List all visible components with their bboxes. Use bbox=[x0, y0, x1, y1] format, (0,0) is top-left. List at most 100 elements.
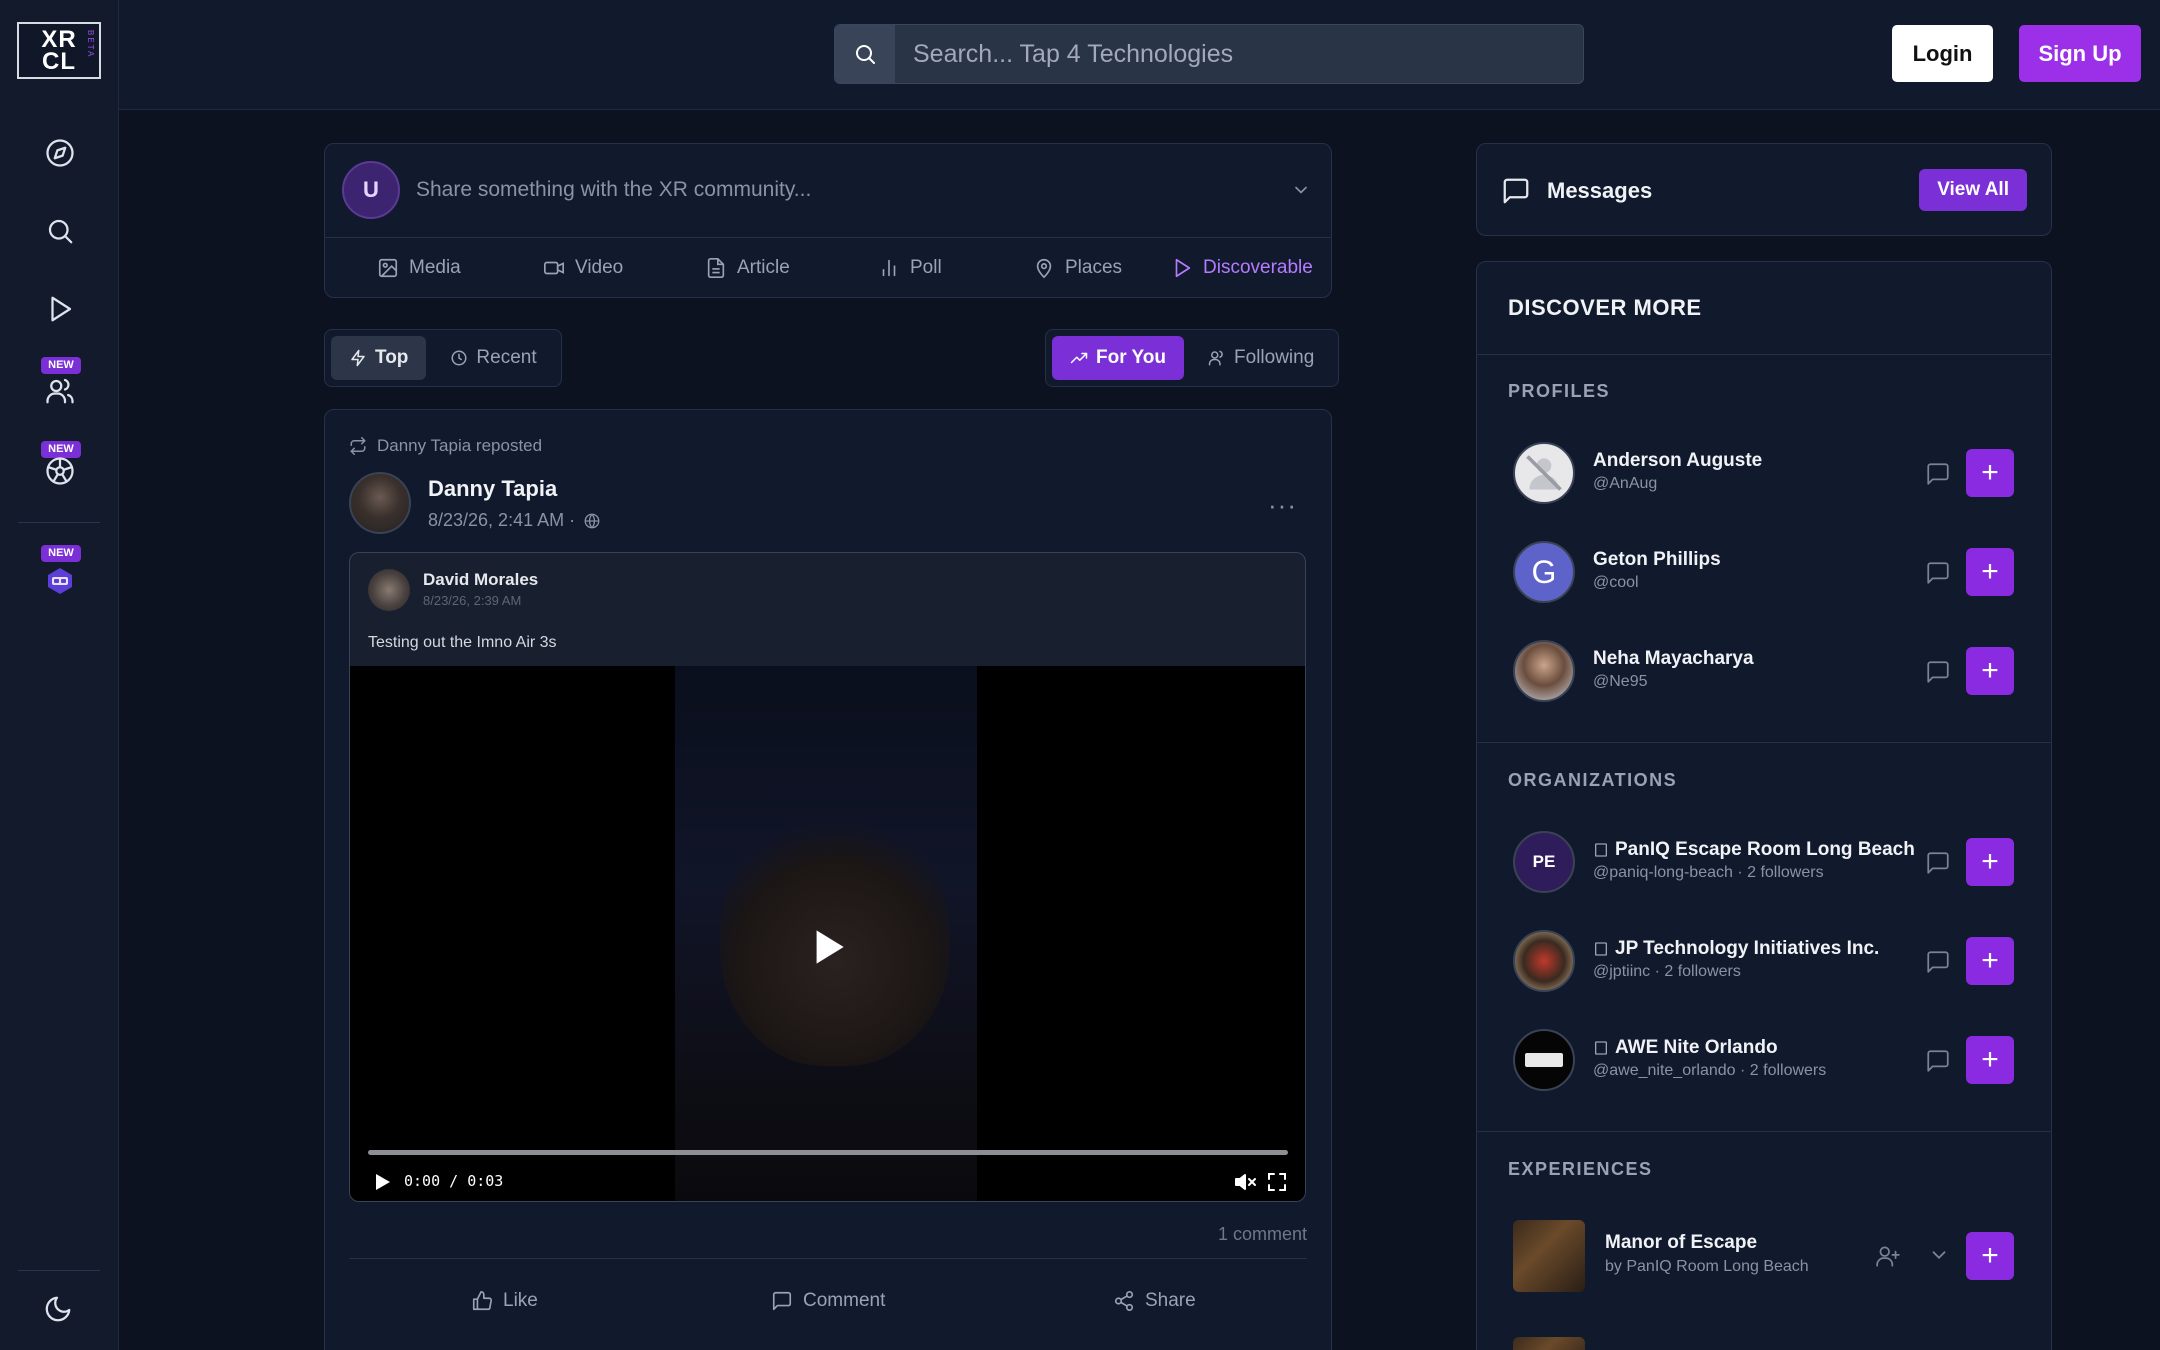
compass-icon[interactable] bbox=[39, 132, 81, 174]
profile-name[interactable]: Neha Mayacharya bbox=[1593, 648, 1754, 670]
play-icon[interactable] bbox=[39, 288, 81, 330]
organization-name[interactable]: PanIQ Escape Room Long Beach bbox=[1593, 839, 1915, 861]
profile-row[interactable]: Anderson Auguste @AnAug + bbox=[1477, 438, 2051, 508]
fullscreen-icon[interactable] bbox=[1265, 1170, 1289, 1199]
video-progress-bar[interactable] bbox=[368, 1150, 1288, 1155]
view-all-button[interactable]: View All bbox=[1919, 169, 2027, 211]
post-author[interactable]: Danny Tapia bbox=[428, 476, 557, 502]
messages-panel: Messages View All bbox=[1476, 143, 2052, 236]
more-options-icon[interactable]: ··· bbox=[1268, 490, 1297, 521]
profile-row[interactable]: Neha Mayacharya @Ne95 + bbox=[1477, 636, 2051, 706]
original-author-avatar[interactable] bbox=[368, 569, 410, 611]
composer-input[interactable]: Share something with the XR community... bbox=[416, 178, 811, 202]
experience-thumbnail[interactable] bbox=[1513, 1220, 1585, 1292]
profile-name[interactable]: Anderson Auguste bbox=[1593, 450, 1762, 472]
experience-thumbnail[interactable] bbox=[1513, 1337, 1585, 1350]
sidebar-divider bbox=[18, 1270, 100, 1271]
repost-indicator: Danny Tapia reposted bbox=[349, 436, 542, 456]
avatar[interactable] bbox=[1513, 442, 1575, 504]
tab-recent[interactable]: Recent bbox=[432, 336, 554, 380]
organization-row[interactable]: JP Technology Initiatives Inc. @jptiinc … bbox=[1477, 926, 2051, 996]
search-icon[interactable] bbox=[39, 210, 81, 252]
media-button[interactable]: Media bbox=[377, 238, 461, 298]
organization-meta: @jptiinc · 2 followers bbox=[1593, 963, 1741, 980]
thumbs-up-icon bbox=[472, 1291, 492, 1311]
follow-button[interactable]: + bbox=[1966, 647, 2014, 695]
follow-button[interactable]: + bbox=[1966, 449, 2014, 497]
organization-name[interactable]: AWE Nite Orlando bbox=[1593, 1037, 1778, 1059]
profile-row[interactable]: G Geton Phillips @cool + bbox=[1477, 537, 2051, 607]
tab-top[interactable]: Top bbox=[331, 336, 427, 380]
user-avatar[interactable]: U bbox=[342, 161, 400, 219]
messages-title: Messages bbox=[1547, 178, 1653, 203]
message-icon[interactable] bbox=[1925, 560, 1951, 591]
logo[interactable]: XR CL BETA bbox=[17, 22, 101, 79]
avatar[interactable] bbox=[1513, 1029, 1575, 1091]
message-icon[interactable] bbox=[1925, 659, 1951, 690]
message-icon[interactable] bbox=[1925, 461, 1951, 492]
signup-button[interactable]: Sign Up bbox=[2019, 25, 2141, 82]
message-icon[interactable] bbox=[1925, 1048, 1951, 1079]
users-icon[interactable] bbox=[39, 370, 81, 412]
tab-for-you[interactable]: For You bbox=[1052, 336, 1185, 380]
experience-name[interactable]: Manor of Escape bbox=[1605, 1232, 1757, 1254]
avatar[interactable] bbox=[1513, 640, 1575, 702]
discoverable-button[interactable]: Discoverable bbox=[1171, 238, 1313, 298]
follow-button[interactable]: + bbox=[1966, 937, 2014, 985]
share-icon bbox=[1114, 1291, 1134, 1311]
login-button[interactable]: Login bbox=[1892, 25, 1993, 82]
chevron-down-icon[interactable] bbox=[1928, 1244, 1950, 1271]
add-user-icon[interactable] bbox=[1875, 1243, 1901, 1274]
search-icon bbox=[856, 45, 875, 64]
video-button[interactable]: Video bbox=[543, 238, 623, 298]
profile-handle: @AnAug bbox=[1593, 475, 1658, 492]
organization-row[interactable]: PE PanIQ Escape Room Long Beach @paniq-l… bbox=[1477, 827, 2051, 897]
comment-label: Comment bbox=[803, 1290, 886, 1311]
like-button[interactable]: Like bbox=[471, 1290, 538, 1312]
vr-headset-icon[interactable] bbox=[39, 560, 81, 602]
video-label: Video bbox=[575, 257, 624, 278]
follow-button[interactable]: + bbox=[1966, 548, 2014, 596]
tab-following[interactable]: Following bbox=[1190, 336, 1332, 380]
moon-icon[interactable] bbox=[43, 1294, 73, 1329]
globe-network-icon[interactable] bbox=[39, 450, 81, 492]
original-author[interactable]: David Morales bbox=[423, 570, 538, 590]
chevron-down-icon[interactable] bbox=[1291, 180, 1311, 205]
experience-row[interactable]: Manor of Escape by PanIQ Room Long Beach… bbox=[1477, 1220, 2051, 1292]
org-logo-mark bbox=[1525, 1053, 1563, 1067]
organization-meta: @paniq-long-beach · 2 followers bbox=[1593, 864, 1824, 881]
message-icon[interactable] bbox=[1925, 949, 1951, 980]
places-button[interactable]: Places bbox=[1033, 238, 1122, 298]
discover-title: DISCOVER MORE bbox=[1508, 295, 1702, 320]
follow-button[interactable]: + bbox=[1966, 1036, 2014, 1084]
avatar[interactable]: G bbox=[1513, 541, 1575, 603]
poll-button[interactable]: Poll bbox=[878, 238, 942, 298]
comment-count[interactable]: 1 comment bbox=[1218, 1224, 1307, 1245]
avatar[interactable] bbox=[1513, 930, 1575, 992]
logo-text: XR CL bbox=[41, 25, 77, 75]
play-control-icon[interactable] bbox=[370, 1170, 394, 1199]
building-icon bbox=[1595, 1041, 1607, 1055]
add-experience-button[interactable]: + bbox=[1966, 1232, 2014, 1280]
profile-name[interactable]: Geton Phillips bbox=[1593, 549, 1721, 571]
mute-icon[interactable] bbox=[1233, 1170, 1257, 1199]
article-button[interactable]: Article bbox=[705, 238, 790, 298]
comment-button[interactable]: Comment bbox=[771, 1290, 885, 1312]
author-avatar[interactable] bbox=[349, 472, 411, 534]
search-input[interactable] bbox=[895, 39, 1583, 69]
follow-button[interactable]: + bbox=[1966, 838, 2014, 886]
organization-name[interactable]: JP Technology Initiatives Inc. bbox=[1593, 938, 1879, 960]
divider bbox=[349, 1258, 1307, 1259]
post-date: 8/23/26, 2:41 AM · bbox=[428, 510, 576, 530]
search-bar[interactable] bbox=[834, 24, 1584, 84]
avatar[interactable]: PE bbox=[1513, 831, 1575, 893]
organization-row[interactable]: AWE Nite Orlando @awe_nite_orlando · 2 f… bbox=[1477, 1025, 2051, 1095]
video-player[interactable]: 0:00 / 0:03 bbox=[350, 666, 1305, 1201]
play-icon[interactable] bbox=[802, 922, 852, 972]
search-button[interactable] bbox=[835, 25, 895, 83]
message-icon[interactable] bbox=[1925, 850, 1951, 881]
share-button[interactable]: Share bbox=[1113, 1290, 1196, 1312]
building-icon bbox=[1595, 843, 1607, 857]
post-composer: U Share something with the XR community.… bbox=[324, 143, 1332, 298]
profile-handle: @cool bbox=[1593, 574, 1639, 591]
